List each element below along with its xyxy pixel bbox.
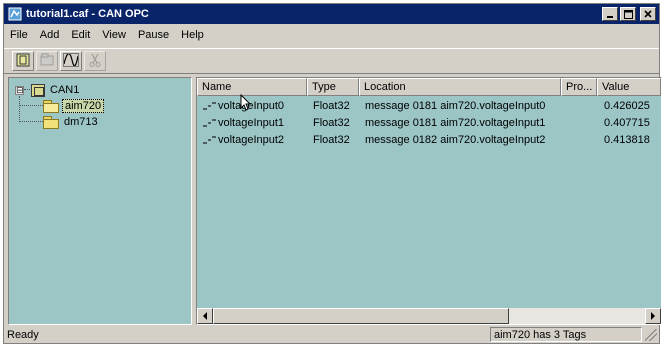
cut-button[interactable] xyxy=(84,51,106,71)
table-row[interactable]: voltageInput1 Float32 message 0181 aim72… xyxy=(197,115,661,132)
tree-label-aim720: aim720 xyxy=(62,99,105,113)
maximize-button[interactable] xyxy=(620,7,636,21)
toolbar xyxy=(4,48,659,74)
arrow-left-icon xyxy=(203,312,207,320)
tag-icon xyxy=(203,119,216,127)
add-device-button[interactable] xyxy=(12,51,34,71)
tag-list-pane[interactable]: Name Type Location Pro... Value voltageI… xyxy=(196,77,662,325)
menu-add[interactable]: Add xyxy=(34,29,66,41)
tag-value: 0.413818 xyxy=(604,134,650,146)
close-button[interactable] xyxy=(640,7,656,21)
tag-name: voltageInput1 xyxy=(218,117,285,129)
menu-pause[interactable]: Pause xyxy=(132,29,175,41)
tree-item-can1[interactable]: ⊟ CAN1 xyxy=(15,82,81,98)
cut-icon xyxy=(88,53,102,70)
tag-type: Float32 xyxy=(313,117,350,129)
column-header-name[interactable]: Name xyxy=(197,78,307,96)
add-module-icon xyxy=(40,53,54,70)
tree-label-can1: CAN1 xyxy=(50,84,80,96)
minimize-button[interactable] xyxy=(602,7,618,21)
tag-location: message 0182 aim720.voltageInput2 xyxy=(365,134,546,146)
device-tree-pane[interactable]: ⊟ CAN1 aim720 dm713 xyxy=(8,77,192,325)
tree-label-dm713: dm713 xyxy=(64,116,98,128)
window-title: tutorial1.caf - CAN OPC xyxy=(26,8,149,20)
tag-icon xyxy=(203,136,216,144)
add-tag-button[interactable] xyxy=(60,51,82,71)
table-row[interactable]: voltageInput2 Float32 message 0182 aim72… xyxy=(197,132,661,149)
tree-connector xyxy=(19,105,43,107)
column-header-pro[interactable]: Pro... xyxy=(561,78,597,96)
folder-icon xyxy=(43,116,59,129)
tag-value: 0.426025 xyxy=(604,100,650,112)
tree-item-dm713[interactable]: dm713 xyxy=(19,114,100,130)
column-header-type[interactable]: Type xyxy=(307,78,359,96)
arrow-right-icon xyxy=(651,312,655,320)
app-window: tutorial1.caf - CAN OPC File Add Edit Vi… xyxy=(3,3,662,344)
tree-item-aim720[interactable]: aim720 xyxy=(19,98,105,114)
tag-location: message 0181 aim720.voltageInput0 xyxy=(365,100,546,112)
can-network-icon xyxy=(31,83,45,97)
tag-value: 0.407715 xyxy=(604,117,650,129)
status-bar: Ready aim720 has 3 Tags xyxy=(4,327,659,343)
collapse-icon[interactable]: ⊟ xyxy=(15,85,24,95)
resize-grip-icon[interactable] xyxy=(645,329,657,341)
scroll-right-button[interactable] xyxy=(645,308,661,324)
scrollbar-thumb[interactable] xyxy=(213,308,509,324)
menu-file[interactable]: File xyxy=(4,29,34,41)
menu-view[interactable]: View xyxy=(96,29,132,41)
tag-type: Float32 xyxy=(313,100,350,112)
menu-edit[interactable]: Edit xyxy=(65,29,96,41)
folder-open-icon xyxy=(43,100,59,113)
tag-type: Float32 xyxy=(313,134,350,146)
title-bar[interactable]: tutorial1.caf - CAN OPC xyxy=(4,4,659,24)
add-module-button[interactable] xyxy=(36,51,58,71)
status-text: Ready xyxy=(7,329,39,341)
column-header-value[interactable]: Value xyxy=(597,78,661,96)
horizontal-scrollbar[interactable] xyxy=(197,308,661,324)
mouse-cursor-icon xyxy=(240,94,252,111)
menu-bar: File Add Edit View Pause Help xyxy=(4,25,659,45)
add-tag-icon xyxy=(63,52,79,70)
tag-name: voltageInput2 xyxy=(218,134,285,146)
menu-help[interactable]: Help xyxy=(175,29,210,41)
scroll-left-button[interactable] xyxy=(197,308,213,324)
tag-location: message 0181 aim720.voltageInput1 xyxy=(365,117,546,129)
tree-connector xyxy=(19,121,43,123)
add-device-icon xyxy=(16,53,30,70)
app-icon xyxy=(8,7,22,21)
column-header-location[interactable]: Location xyxy=(359,78,561,96)
tag-icon xyxy=(203,102,216,110)
tree-connector xyxy=(24,89,30,91)
status-tag-count: aim720 has 3 Tags xyxy=(490,327,642,342)
table-row[interactable]: voltageInput0 Float32 message 0181 aim72… xyxy=(197,98,661,115)
